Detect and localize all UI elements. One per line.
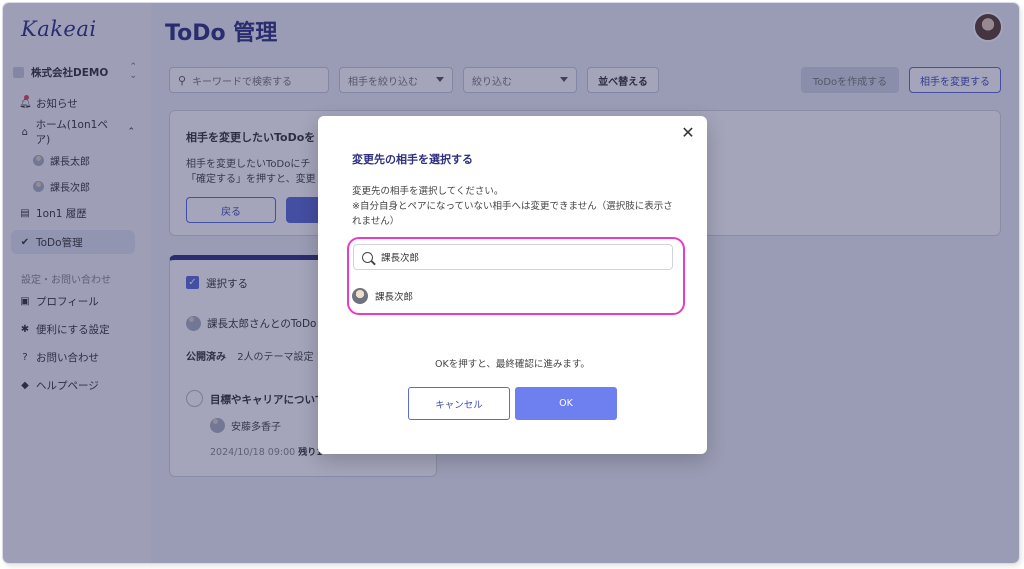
ok-button[interactable]: OK bbox=[515, 387, 617, 420]
partner-option-label: 課長次郎 bbox=[375, 292, 414, 303]
modal-description: 変更先の相手を選択してください。 ※自分自身とペアになっていない相手へは変更でき… bbox=[352, 184, 682, 229]
search-icon bbox=[362, 251, 373, 263]
partner-option[interactable]: 課長次郎 bbox=[352, 286, 413, 306]
modal-description-line: 変更先の相手を選択してください。 bbox=[352, 186, 504, 197]
cancel-button[interactable]: キャンセル bbox=[408, 387, 510, 420]
modal-title: 変更先の相手を選択する bbox=[352, 153, 473, 166]
modal-note: OKを押すと、最終確認に進みます。 bbox=[435, 359, 590, 370]
partner-search-input[interactable] bbox=[381, 251, 661, 263]
close-icon[interactable]: ✕ bbox=[679, 124, 697, 142]
avatar bbox=[352, 288, 368, 304]
partner-search-field[interactable] bbox=[353, 244, 673, 270]
modal-description-note: ※自分自身とペアになっていない相手へは変更できません（選択肢に表示されません） bbox=[352, 201, 673, 227]
select-partner-modal: ✕ 変更先の相手を選択する 変更先の相手を選択してください。 ※自分自身とペアに… bbox=[318, 116, 707, 454]
app-window: Kakeai 株式会社DEMO ⌃ ⌄ 🔔︎ お知らせ ⌂ ホーム(1on1ペア)… bbox=[3, 3, 1019, 563]
